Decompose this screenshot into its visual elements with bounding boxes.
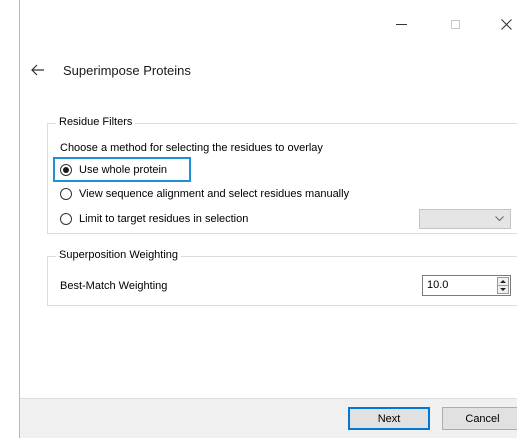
residue-filters-label: Residue Filters — [56, 116, 136, 128]
radio-indicator-checked[interactable] — [60, 164, 72, 176]
next-button[interactable]: Next — [348, 407, 430, 430]
superposition-weighting-label: Superposition Weighting — [56, 249, 182, 261]
back-button[interactable] — [30, 62, 46, 78]
close-icon — [500, 18, 512, 30]
best-match-weighting-value[interactable]: 10.0 — [427, 279, 448, 291]
minimize-icon — [395, 23, 407, 25]
maximize-button[interactable] — [443, 12, 467, 36]
cancel-button[interactable]: Cancel — [442, 407, 517, 430]
close-button[interactable] — [494, 12, 517, 36]
target-residues-dropdown[interactable] — [419, 209, 511, 229]
radio-label: Limit to target residues in selection — [79, 213, 249, 225]
chevron-down-icon — [495, 216, 504, 222]
minimize-button[interactable] — [389, 12, 413, 36]
radio-label: Use whole protein — [79, 164, 168, 176]
arrow-left-icon — [31, 64, 44, 76]
best-match-weighting-label: Best-Match Weighting — [60, 280, 168, 292]
radio-indicator[interactable] — [60, 213, 72, 225]
maximize-icon — [450, 19, 460, 29]
residue-method-instruction: Choose a method for selecting the residu… — [60, 142, 323, 154]
radio-indicator[interactable] — [60, 188, 72, 200]
dialog-footer: Next Cancel — [20, 398, 517, 438]
radio-use-whole-protein[interactable]: Use whole protein — [60, 164, 167, 176]
spin-down-arrow-icon[interactable] — [498, 286, 508, 293]
title-bar — [20, 0, 517, 50]
radio-view-sequence-alignment[interactable]: View sequence alignment and select resid… — [60, 188, 349, 200]
page-title: Superimpose Proteins — [63, 63, 191, 78]
radio-limit-target-residues[interactable]: Limit to target residues in selection — [60, 213, 248, 225]
best-match-weighting-spinbox[interactable]: 10.0 — [422, 275, 511, 296]
radio-label: View sequence alignment and select resid… — [79, 188, 350, 200]
spin-buttons — [497, 277, 509, 294]
spin-up-arrow-icon[interactable] — [498, 278, 508, 286]
